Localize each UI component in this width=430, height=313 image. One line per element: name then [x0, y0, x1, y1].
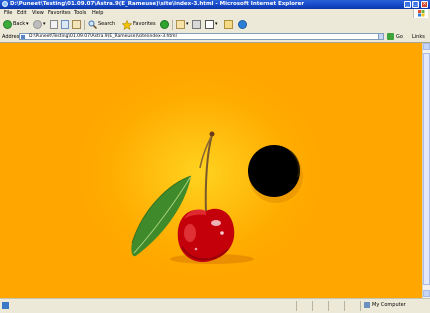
page-status-icon — [2, 302, 9, 309]
status-divider — [360, 301, 361, 311]
toolbar: Back ▾ ▾ Search Favorites ▾ ▾ — [0, 18, 430, 33]
edit-icon[interactable] — [205, 20, 214, 29]
messenger-icon[interactable] — [238, 20, 247, 29]
close-button[interactable]: × — [421, 1, 428, 8]
media-icon[interactable] — [160, 20, 169, 29]
menu-favorites[interactable]: Favorites — [48, 10, 71, 17]
scroll-up-button[interactable] — [423, 43, 430, 50]
address-dropdown-icon[interactable] — [378, 33, 384, 40]
status-bar: My Computer — [0, 298, 430, 313]
status-divider — [296, 301, 297, 311]
page-content — [0, 43, 422, 298]
search-icon[interactable] — [88, 20, 98, 30]
window-title: D:\Puneet\Testing\01.09.07\Astra.9(E_Ram… — [10, 1, 305, 7]
menu-tools[interactable]: Tools — [74, 10, 86, 17]
toolbar-divider — [84, 20, 85, 30]
zone-label: My Computer — [372, 302, 406, 308]
toolbar-divider — [172, 20, 173, 30]
scroll-thumb[interactable] — [423, 53, 430, 285]
home-icon[interactable] — [72, 20, 81, 29]
address-bar: Address D:\Puneet\Testing\01.09.07\Astra… — [0, 32, 430, 43]
address-input[interactable]: D:\Puneet\Testing\01.09.07\Astra.9(E_Ram… — [19, 33, 381, 40]
menu-view[interactable]: View — [32, 10, 44, 17]
back-dropdown-icon[interactable]: ▾ — [26, 21, 29, 28]
minimize-button[interactable]: _ — [404, 1, 411, 8]
status-divider — [328, 301, 329, 311]
go-arrow-icon[interactable] — [387, 33, 394, 40]
back-label[interactable]: Back — [13, 21, 25, 28]
address-value[interactable]: D:\Puneet\Testing\01.09.07\Astra.9(E_Ram… — [29, 34, 177, 40]
page-icon — [21, 35, 25, 39]
hole-icon — [248, 145, 303, 203]
menu-file[interactable]: File — [4, 10, 12, 17]
vertical-scrollbar[interactable] — [422, 43, 430, 298]
internet-explorer-icon — [2, 1, 8, 7]
menu-edit[interactable]: Edit — [17, 10, 27, 17]
forward-dropdown-icon[interactable]: ▾ — [43, 21, 46, 28]
go-button[interactable]: Go — [396, 34, 403, 41]
title-bar: D:\Puneet\Testing\01.09.07\Astra.9(E_Ram… — [0, 0, 430, 9]
search-label[interactable]: Search — [98, 21, 115, 28]
mail-icon[interactable] — [176, 20, 185, 29]
favorites-star-icon[interactable] — [121, 19, 133, 30]
stem-tip — [209, 131, 215, 137]
scroll-down-button[interactable] — [423, 290, 430, 297]
cherry-icon — [177, 208, 235, 263]
favorites-label[interactable]: Favorites — [133, 21, 156, 28]
stop-icon[interactable] — [50, 20, 58, 29]
folder-icon[interactable] — [224, 20, 233, 29]
back-arrow-icon[interactable] — [3, 20, 12, 29]
maximize-button[interactable]: □ — [412, 1, 419, 8]
links-button[interactable]: Links — [412, 34, 425, 41]
windows-logo-icon — [413, 9, 428, 18]
menu-help[interactable]: Help — [92, 10, 103, 17]
computer-icon — [364, 302, 370, 308]
status-divider — [312, 301, 313, 311]
edit-dropdown-icon[interactable]: ▾ — [215, 21, 218, 28]
print-icon[interactable] — [192, 20, 201, 29]
status-divider — [344, 301, 345, 311]
refresh-icon[interactable] — [61, 20, 69, 29]
forward-arrow-icon[interactable] — [33, 20, 42, 29]
mail-dropdown-icon[interactable]: ▾ — [186, 21, 189, 28]
